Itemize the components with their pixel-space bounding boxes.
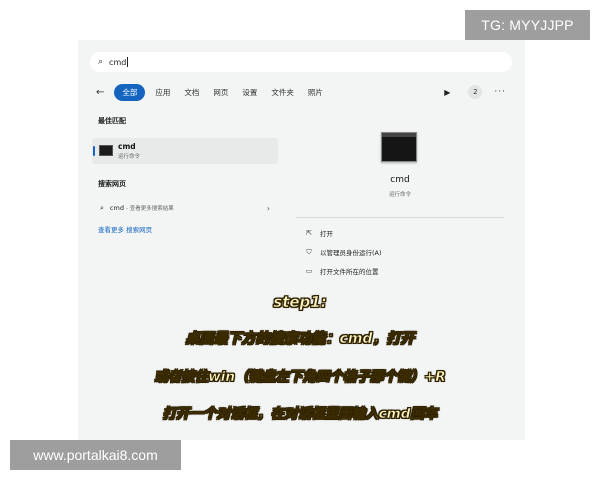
open-icon: ⇱ [306, 229, 312, 237]
web-search-heading: 搜索网页 [98, 180, 126, 188]
best-match-heading: 最佳匹配 [98, 117, 126, 125]
search-icon: ⌕ [100, 203, 104, 212]
folder-icon: ▭ [305, 267, 313, 275]
search-value: cmd [109, 57, 127, 67]
tab-documents[interactable]: 文档 [184, 87, 199, 98]
tab-settings[interactable]: 设置 [242, 87, 257, 98]
tab-photos[interactable]: 照片 [308, 87, 323, 98]
tab-apps[interactable]: 应用 [155, 87, 170, 98]
terminal-icon [381, 132, 417, 162]
detail-sub: 运行命令 [388, 192, 411, 198]
web-search-item[interactable]: ⌕ cmd - 查看更多搜索结果 › [100, 202, 270, 214]
arrow-left-icon[interactable]: ← [96, 87, 104, 98]
action-label: 以管理员身份运行(A) [320, 249, 382, 257]
detail-name: cmd [390, 175, 410, 185]
caption-line-3: 打开一个对话框，在对话框里面输入cmd回车 [162, 406, 438, 423]
tab-web[interactable]: 网页 [213, 87, 228, 98]
watermark-bottom: www.portalkai8.com [10, 440, 181, 470]
best-match-item[interactable]: cmd 运行命令 [92, 138, 278, 164]
tab-folders[interactable]: 文件夹 [271, 87, 294, 98]
text-caret [127, 57, 129, 67]
terminal-icon [99, 145, 113, 156]
points-badge[interactable]: 2 [468, 85, 483, 99]
play-icon[interactable]: ▶ [444, 88, 450, 97]
action-label: 打开 [320, 230, 333, 238]
search-input[interactable]: ⌕ cmd [90, 52, 512, 72]
detail-pane: cmd 运行命令 ⇱ 打开 ⛉ 以管理员身份运行(A) ▭ 打开文件所在的位置 [296, 120, 504, 300]
divider [296, 217, 504, 218]
best-match-name: cmd [118, 142, 136, 151]
more-web-results-link[interactable]: 查看更多 搜索网页 [98, 224, 152, 234]
action-open-file-location[interactable]: ▭ 打开文件所在的位置 [304, 266, 379, 276]
search-icon: ⌕ [98, 57, 104, 67]
caption-line-2: 或者按住win（键盘左下角四个格子那个键）+R [154, 369, 446, 386]
caption-line-1: 桌面最下方的搜索功能：cmd，打开 [185, 331, 415, 348]
watermark-top: TG: MYYJJPP [465, 10, 590, 40]
shield-icon: ⛉ [306, 247, 312, 256]
web-query: cmd [109, 204, 124, 212]
web-hint: - 查看更多搜索结果 [125, 206, 174, 212]
action-run-as-admin[interactable]: ⛉ 以管理员身份运行(A) [304, 247, 382, 258]
selection-indicator [93, 146, 95, 156]
action-open[interactable]: ⇱ 打开 [304, 228, 333, 238]
best-match-sub: 运行命令 [118, 154, 141, 160]
caption-step: step1: [273, 293, 327, 312]
ellipsis-icon[interactable]: ··· [494, 87, 506, 97]
chevron-right-icon: › [266, 203, 270, 213]
action-label: 打开文件所在的位置 [320, 268, 379, 276]
tab-all[interactable]: 全部 [114, 83, 146, 101]
filter-bar: ← 全部 应用 文档 网页 设置 文件夹 照片 ▶ 2 ··· [96, 82, 506, 102]
